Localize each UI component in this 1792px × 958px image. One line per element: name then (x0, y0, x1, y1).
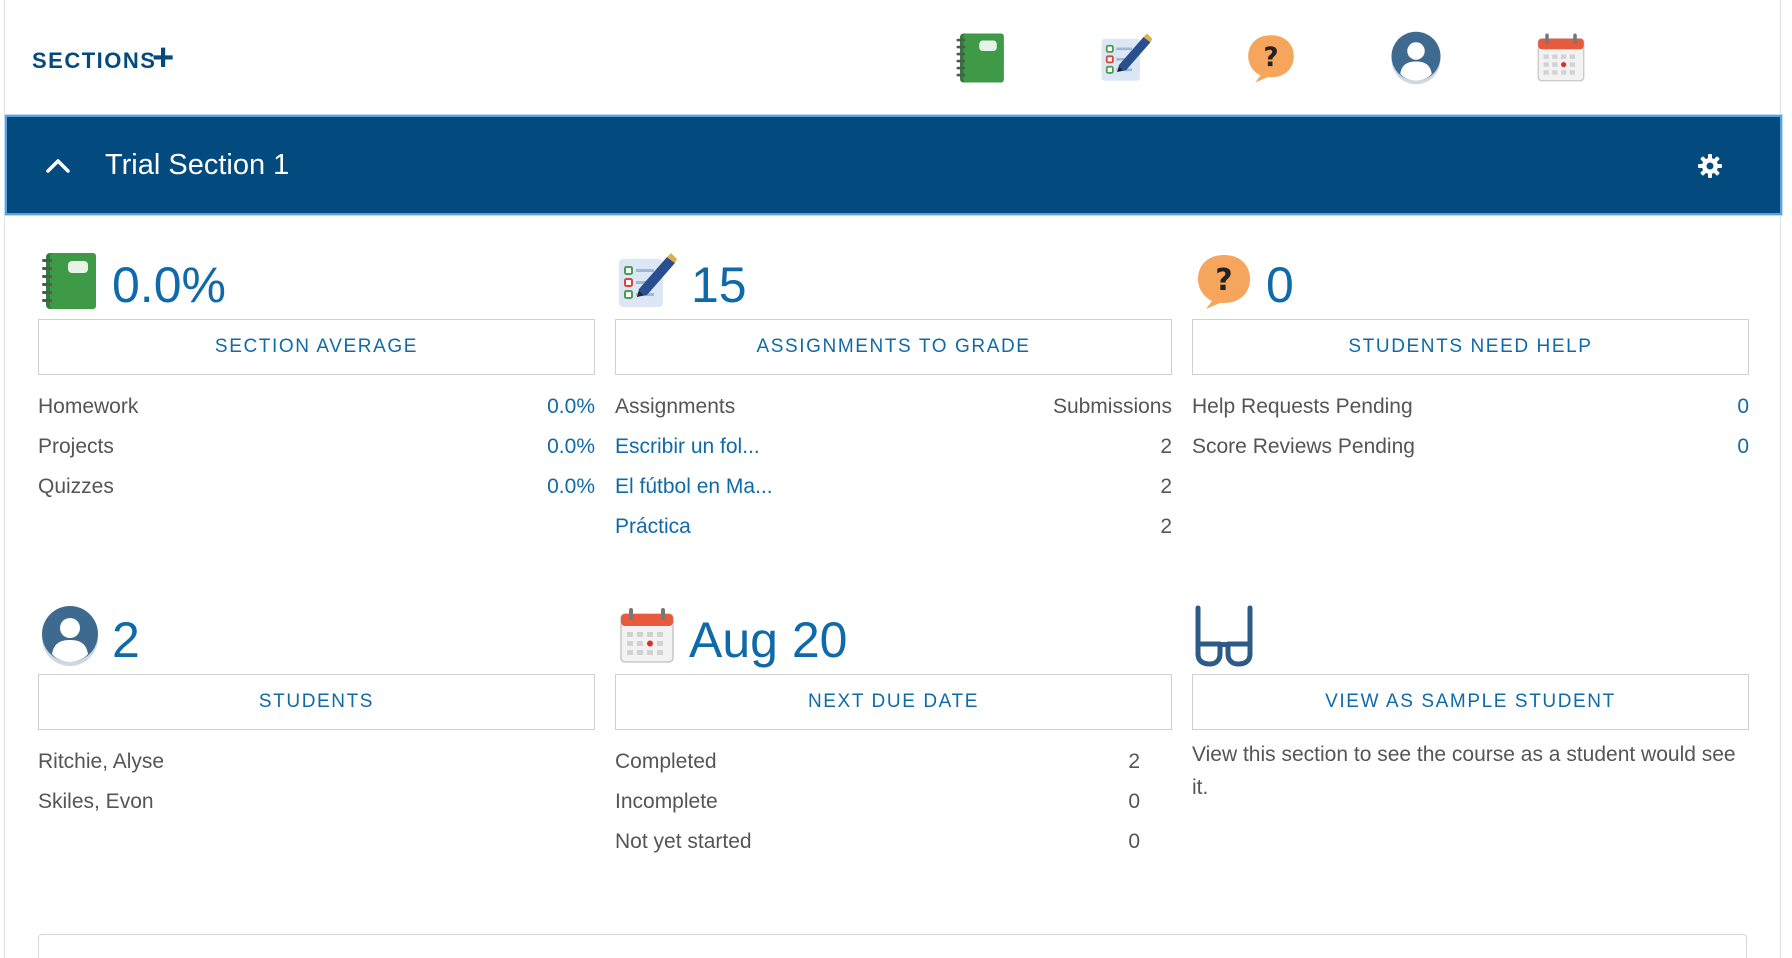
assignments-panel: 15 ASSIGNMENTS TO GRADE Assignments Subm… (615, 249, 1172, 547)
list-item: Score Reviews Pending 0 (1192, 427, 1749, 467)
calendar-icon (615, 604, 679, 668)
category-label: Projects (38, 435, 114, 458)
list-item: Incomplete 0 (615, 782, 1140, 822)
sample-student-description: View this section to see the course as a… (1192, 743, 1736, 799)
status-label: Not yet started (615, 830, 752, 853)
category-average-link[interactable]: 0.0% (547, 427, 595, 467)
list-item: El fútbol en Ma... 2 (615, 467, 1172, 507)
list-item: Homework 0.0% (38, 387, 595, 427)
submissions-header: Submissions (1052, 395, 1172, 418)
assignments-to-grade-button[interactable]: ASSIGNMENTS TO GRADE (615, 319, 1172, 375)
next-due-panel: Aug 20 NEXT DUE DATE Completed 2 Incompl… (615, 604, 1172, 862)
assignment-link[interactable]: El fútbol en Ma... (615, 467, 773, 507)
help-requests-label: Help Requests Pending (1192, 395, 1413, 418)
help-icon (1192, 249, 1256, 313)
assignments-icon (615, 249, 679, 313)
top-bar: SECTIONS + (0, 0, 1792, 114)
students-button[interactable]: STUDENTS (38, 674, 595, 730)
list-item: Completed 2 (615, 742, 1140, 782)
student-name: Ritchie, Alyse (38, 750, 165, 773)
list-item: Quizzes 0.0% (38, 467, 595, 507)
help-requests-link[interactable]: 0 (1737, 387, 1749, 427)
gradebook-icon[interactable] (953, 30, 1009, 86)
score-reviews-label: Score Reviews Pending (1192, 435, 1415, 458)
students-panel: 2 STUDENTS Ritchie, Alyse Skiles, Evon (38, 604, 595, 822)
calendar-icon[interactable] (1533, 30, 1589, 86)
list-item: Projects 0.0% (38, 427, 595, 467)
assignments-header: Assignments (615, 395, 736, 418)
next-panel-edge (38, 934, 1747, 958)
status-label: Incomplete (615, 790, 718, 813)
category-average-link[interactable]: 0.0% (547, 387, 595, 427)
status-count: 0 (1128, 790, 1140, 813)
section-average-panel: 0.0% SECTION AVERAGE Homework 0.0% Proje… (38, 249, 595, 507)
students-need-help-value: 0 (1266, 257, 1294, 313)
next-due-date-value: Aug 20 (689, 612, 848, 668)
list-item: Escribir un fol... 2 (615, 427, 1172, 467)
status-count: 0 (1128, 830, 1140, 853)
help-panel: 0 STUDENTS NEED HELP Help Requests Pendi… (1192, 249, 1749, 467)
chevron-up-icon[interactable] (43, 151, 73, 181)
glasses-icon (1195, 605, 1253, 667)
gradebook-icon (38, 249, 102, 313)
sections-label: SECTIONS (32, 48, 157, 73)
list-item: Help Requests Pending 0 (1192, 387, 1749, 427)
list-header: Assignments Submissions (615, 387, 1172, 427)
submission-count: 2 (1160, 515, 1172, 538)
category-label: Quizzes (38, 475, 114, 498)
assignments-to-grade-value: 15 (691, 257, 747, 313)
assignment-link[interactable]: Práctica (615, 507, 691, 547)
students-icon[interactable] (1388, 30, 1444, 86)
view-as-sample-student-button[interactable]: VIEW AS SAMPLE STUDENT (1192, 674, 1749, 730)
list-item: Not yet started 0 (615, 822, 1140, 862)
category-label: Homework (38, 395, 139, 418)
list-item: Skiles, Evon (38, 782, 595, 822)
assignments-icon[interactable] (1098, 30, 1154, 86)
sample-student-panel: VIEW AS SAMPLE STUDENT View this section… (1192, 604, 1749, 804)
students-icon (38, 604, 102, 668)
section-header[interactable]: Trial Section 1 (4, 114, 1783, 216)
status-label: Completed (615, 750, 717, 773)
students-need-help-button[interactable]: STUDENTS NEED HELP (1192, 319, 1749, 375)
student-name: Skiles, Evon (38, 790, 154, 813)
section-title: Trial Section 1 (105, 149, 290, 181)
section-average-value: 0.0% (112, 257, 226, 313)
status-count: 2 (1128, 750, 1140, 773)
next-due-date-button[interactable]: NEXT DUE DATE (615, 674, 1172, 730)
category-average-link[interactable]: 0.0% (547, 467, 595, 507)
list-item: Práctica 2 (615, 507, 1172, 547)
section-average-button[interactable]: SECTION AVERAGE (38, 319, 595, 375)
students-count-value: 2 (112, 612, 140, 668)
add-section-button[interactable]: + (152, 38, 174, 78)
gear-icon[interactable] (1695, 151, 1725, 181)
assignment-link[interactable]: Escribir un fol... (615, 427, 760, 467)
submission-count: 2 (1160, 475, 1172, 498)
submission-count: 2 (1160, 435, 1172, 458)
score-reviews-link[interactable]: 0 (1737, 427, 1749, 467)
list-item: Ritchie, Alyse (38, 742, 595, 782)
help-icon[interactable] (1243, 30, 1299, 86)
